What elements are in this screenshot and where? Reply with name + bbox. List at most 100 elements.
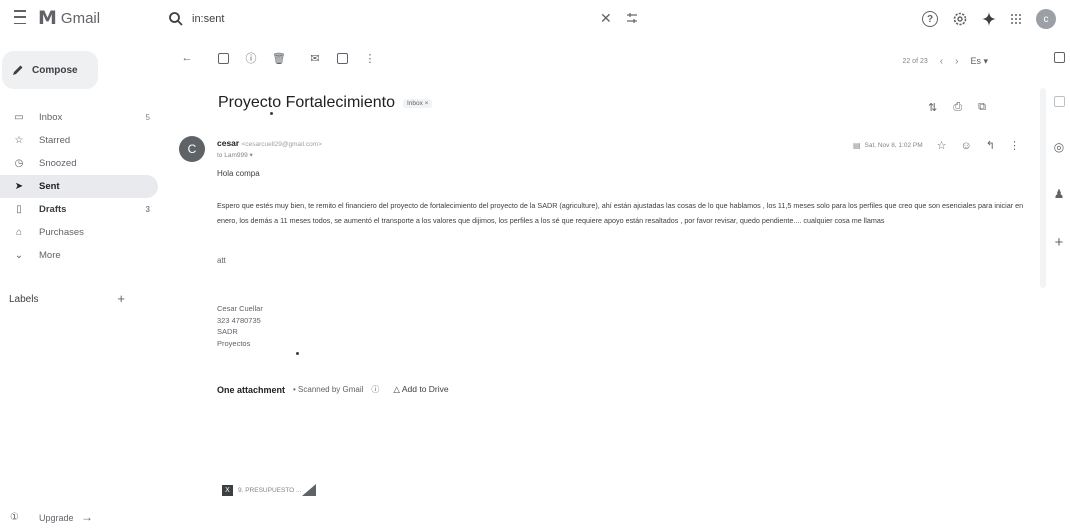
delete-icon[interactable]: 🗑︎ <box>272 52 286 65</box>
expand-all-icon[interactable]: ⇅ <box>928 101 937 114</box>
tasks-icon[interactable]: ◎ <box>1054 140 1064 154</box>
dot-mark <box>270 112 273 115</box>
search-bar[interactable]: ✕ <box>168 6 658 32</box>
more-options-icon[interactable]: ⋮ <box>364 52 376 65</box>
message-toolbar: ← ⓘ 🗑︎ ✉︎ ⋮ <box>181 52 392 65</box>
print-icon[interactable]: ⎙ <box>953 101 962 114</box>
report-spam-icon[interactable]: ⓘ <box>245 52 257 65</box>
dot <box>270 112 273 115</box>
message-greeting: Hola compa <box>217 169 260 178</box>
sender-email: <cesarcuell29@gmail.com> <box>241 141 322 148</box>
clock-icon: ◷ <box>14 158 24 169</box>
pencil-icon <box>13 65 23 75</box>
sidebar-item-inbox[interactable]: ▭ Inbox 5 <box>0 106 158 129</box>
subject-line: Proyecto Fortalecimiento Inbox × <box>218 94 433 112</box>
labels-header: Labels + <box>9 291 125 306</box>
sidebar-item-label: Drafts <box>39 204 67 215</box>
back-arrow-icon[interactable]: ← <box>181 52 193 64</box>
labels-title: Labels <box>9 294 39 305</box>
calendar-icon[interactable] <box>1053 52 1065 63</box>
sidebar-item-label: Purchases <box>39 227 84 238</box>
apps-grid-icon[interactable] <box>1010 13 1022 25</box>
send-icon: ➤ <box>14 181 24 192</box>
info-icon[interactable]: ⓘ <box>371 384 379 395</box>
sidebar-item-snoozed[interactable]: ◷ Snoozed <box>0 152 158 175</box>
gmail-m-icon: M <box>38 7 57 29</box>
mark-unread-icon[interactable]: ✉︎ <box>309 52 321 65</box>
scrollbar[interactable] <box>1040 88 1046 288</box>
arrow-right-icon: → <box>81 510 93 524</box>
account-avatar[interactable]: c <box>1036 9 1056 29</box>
excel-file-icon: X <box>222 484 233 496</box>
gemini-sparkle-icon[interactable] <box>982 12 996 26</box>
inbox-label-badge[interactable]: Inbox × <box>402 98 433 108</box>
help-icon[interactable]: ? <box>922 11 938 27</box>
clear-search-icon[interactable]: ✕ <box>600 10 612 27</box>
attachment-chip[interactable]: X 9. PRESUPUESTO ... <box>222 484 317 496</box>
contacts-icon[interactable]: ♟ <box>1054 187 1065 201</box>
side-panel: ◎ ♟ + <box>1048 52 1070 251</box>
settings-icon[interactable] <box>952 11 968 27</box>
prev-icon[interactable]: ‹ <box>940 56 943 67</box>
message-att: att <box>217 256 226 265</box>
sidebar-item-label: Snoozed <box>39 158 77 169</box>
upgrade-icon: ① <box>10 512 19 523</box>
attachments-title: One attachment <box>217 384 286 395</box>
input-language-selector[interactable]: Es ▾ <box>970 56 988 67</box>
dot <box>296 352 299 355</box>
more-message-options-icon[interactable]: ⋮ <box>1009 139 1020 152</box>
sidebar-item-label: Sent <box>39 181 60 192</box>
move-to-icon[interactable] <box>337 52 348 64</box>
sidebar-item-starred[interactable]: ☆ Starred <box>0 129 158 152</box>
message-date: Sat, Nov 8, 1:02 PM <box>864 142 923 149</box>
gmail-logo[interactable]: M Gmail <box>38 7 100 29</box>
emoji-react-icon[interactable]: ☺ <box>961 140 972 152</box>
pagination: 22 of 23 ‹ › Es ▾ <box>902 56 988 67</box>
add-to-drive-button[interactable]: △ Add to Drive <box>393 384 448 395</box>
sidebar-item-more[interactable]: ⌄ More <box>0 244 158 267</box>
star-message-icon[interactable]: ☆ <box>937 139 947 152</box>
drive-icon: △ <box>393 384 400 394</box>
search-input[interactable] <box>192 13 572 25</box>
star-icon: ☆ <box>14 135 24 146</box>
sidebar-item-purchases[interactable]: ⌂ Purchases <box>0 221 158 244</box>
search-options-icon[interactable] <box>626 12 638 24</box>
sender-name[interactable]: cesar <box>217 138 239 148</box>
get-addons-icon[interactable]: + <box>1055 234 1064 251</box>
recipient-details[interactable]: to Lam999 ▾ <box>217 151 253 159</box>
subject-actions: ⇅ ⎙ ⧉ <box>928 101 986 114</box>
sender-line: cesar <cesarcuell29@gmail.com> <box>217 138 322 148</box>
attachment-corner-icon <box>302 484 317 496</box>
attachment-icon: ▤ <box>852 141 861 150</box>
signature: Cesar Cuellar 323 4780735 SADR Proyectos <box>217 303 263 349</box>
main-menu-icon[interactable] <box>13 10 27 24</box>
sidebar-item-sent[interactable]: ➤ Sent <box>0 175 158 198</box>
sidebar-item-label: Starred <box>39 135 71 146</box>
signature-line: Proyectos <box>217 338 251 348</box>
attachments-header: One attachment • Scanned by Gmail ⓘ △ Ad… <box>217 384 449 395</box>
signature-line: SADR <box>217 327 238 336</box>
reply-icon[interactable]: ↰ <box>986 139 995 152</box>
archive-icon[interactable] <box>218 52 229 64</box>
unread-count: 5 <box>145 113 150 122</box>
open-new-window-icon[interactable]: ⧉ <box>978 101 986 114</box>
signature-line: Cesar Cuellar <box>217 304 263 313</box>
sidebar-item-label: More <box>39 250 61 261</box>
sender-avatar[interactable]: C <box>179 136 205 162</box>
upgrade-link[interactable]: ① Upgrade → <box>10 510 93 524</box>
tag-icon: ⌂ <box>15 227 23 238</box>
language-code: Es <box>970 56 981 66</box>
next-icon[interactable]: › <box>955 56 958 67</box>
sidebar-nav: ▭ Inbox 5 ☆ Starred ◷ Snoozed ➤ Sent ▯ D… <box>0 106 158 267</box>
sidebar-item-label: Inbox <box>39 112 63 123</box>
upgrade-label: Upgrade <box>38 512 74 523</box>
add-label-icon[interactable]: + <box>117 291 125 306</box>
search-icon[interactable] <box>168 11 184 27</box>
dot-mark <box>296 352 299 355</box>
sidebar-item-drafts[interactable]: ▯ Drafts 3 <box>0 198 158 221</box>
message-subject: Proyecto Fortalecimiento <box>218 94 395 111</box>
keep-icon[interactable] <box>1053 96 1065 107</box>
chevron-down-icon: ⌄ <box>14 250 24 261</box>
message-paragraph: Espero que estés muy bien, te remito el … <box>217 201 1024 225</box>
compose-button[interactable]: Compose <box>2 51 98 89</box>
